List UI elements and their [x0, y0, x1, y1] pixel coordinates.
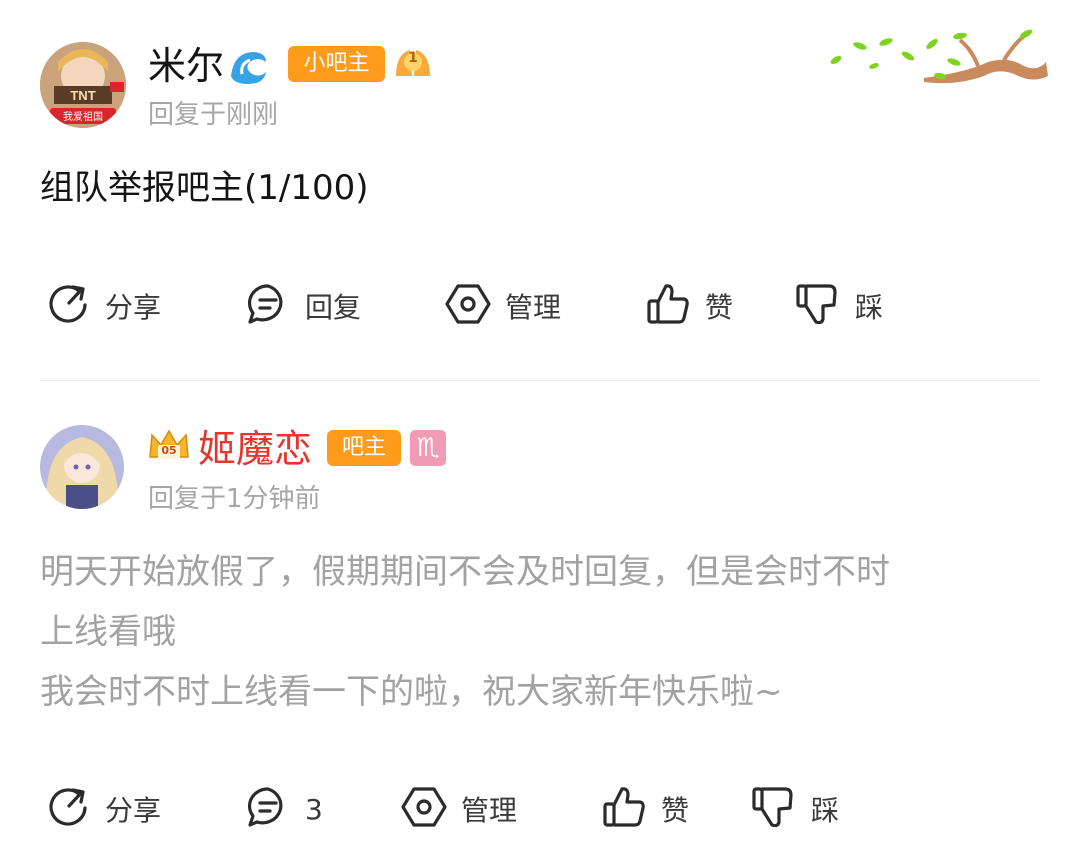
share-icon — [45, 281, 91, 331]
manage-button[interactable]: 管理 — [445, 281, 561, 331]
like-label: 赞 — [661, 794, 690, 827]
avatar-image: TNT 我爱祖国 — [40, 42, 126, 128]
dislike-label: 踩 — [811, 794, 840, 827]
svg-text:TNT: TNT — [70, 88, 95, 103]
avatar-image — [40, 425, 124, 509]
post-item: 05 姬魔恋 吧主 ♏ 回复于1分钟前 明天开始放假了，假期期间不会及时回复，但… — [0, 381, 1080, 866]
dislike-label: 踩 — [855, 291, 884, 324]
dislike-button[interactable]: 踩 — [751, 784, 839, 834]
post-content: 组队举报吧主(1/100) — [40, 168, 369, 208]
action-bar: 分享 回复 管理 赞 踩 — [0, 281, 1080, 331]
reply-time: 回复于1分钟前 — [148, 484, 321, 514]
action-bar: 分享 3 管理 赞 踩 — [0, 784, 1080, 834]
manage-label: 管理 — [461, 794, 518, 827]
crown-level-icon: 05 — [148, 427, 190, 463]
moderator-badge: 小吧主 — [288, 46, 385, 82]
manage-button[interactable]: 管理 — [401, 784, 517, 834]
reply-time: 回复于刚刚 — [148, 100, 279, 130]
manage-hexagon-icon — [401, 784, 447, 834]
reply-count: 3 — [305, 792, 323, 826]
comment-icon — [245, 281, 291, 331]
like-button[interactable]: 赞 — [601, 784, 689, 834]
share-label: 分享 — [105, 794, 162, 827]
post-item: TNT 我爱祖国 米尔 小吧主 1 回复于刚刚 组队举报吧主(1/100) 分享… — [0, 0, 1080, 380]
thumbs-down-icon — [795, 281, 841, 331]
avatar[interactable] — [40, 425, 124, 509]
comment-icon — [245, 784, 291, 834]
manage-label: 管理 — [505, 291, 562, 324]
share-label: 分享 — [105, 291, 162, 324]
branch-decoration-icon — [828, 26, 1050, 90]
level-badge-icon: 1 — [394, 46, 432, 82]
zodiac-scorpio-icon: ♏ — [410, 430, 446, 466]
like-button[interactable]: 赞 — [645, 281, 733, 331]
svg-text:我爱祖国: 我爱祖国 — [63, 110, 103, 123]
reply-label: 回复 — [305, 291, 362, 324]
dislike-button[interactable]: 踩 — [795, 281, 883, 331]
wave-icon — [228, 46, 270, 86]
thumbs-up-icon — [601, 784, 647, 834]
moderator-badge: 吧主 — [327, 430, 401, 466]
reply-button[interactable]: 回复 — [245, 281, 361, 331]
thumbs-down-icon — [751, 784, 797, 834]
like-label: 赞 — [705, 291, 734, 324]
avatar[interactable]: TNT 我爱祖国 — [40, 42, 126, 128]
share-button[interactable]: 分享 — [45, 784, 161, 834]
crown-level-number: 05 — [161, 444, 177, 457]
username[interactable]: 姬魔恋 — [198, 427, 312, 471]
level-number: 1 — [408, 50, 418, 66]
manage-hexagon-icon — [445, 281, 491, 331]
share-button[interactable]: 分享 — [45, 281, 161, 331]
username[interactable]: 米尔 — [148, 44, 224, 88]
post-content: 明天开始放假了，假期期间不会及时回复，但是会时不时 上线看哦 我会时不时上线看一… — [40, 552, 890, 712]
thumbs-up-icon — [645, 281, 691, 331]
reply-button[interactable]: 3 — [245, 784, 323, 834]
share-icon — [45, 784, 91, 834]
